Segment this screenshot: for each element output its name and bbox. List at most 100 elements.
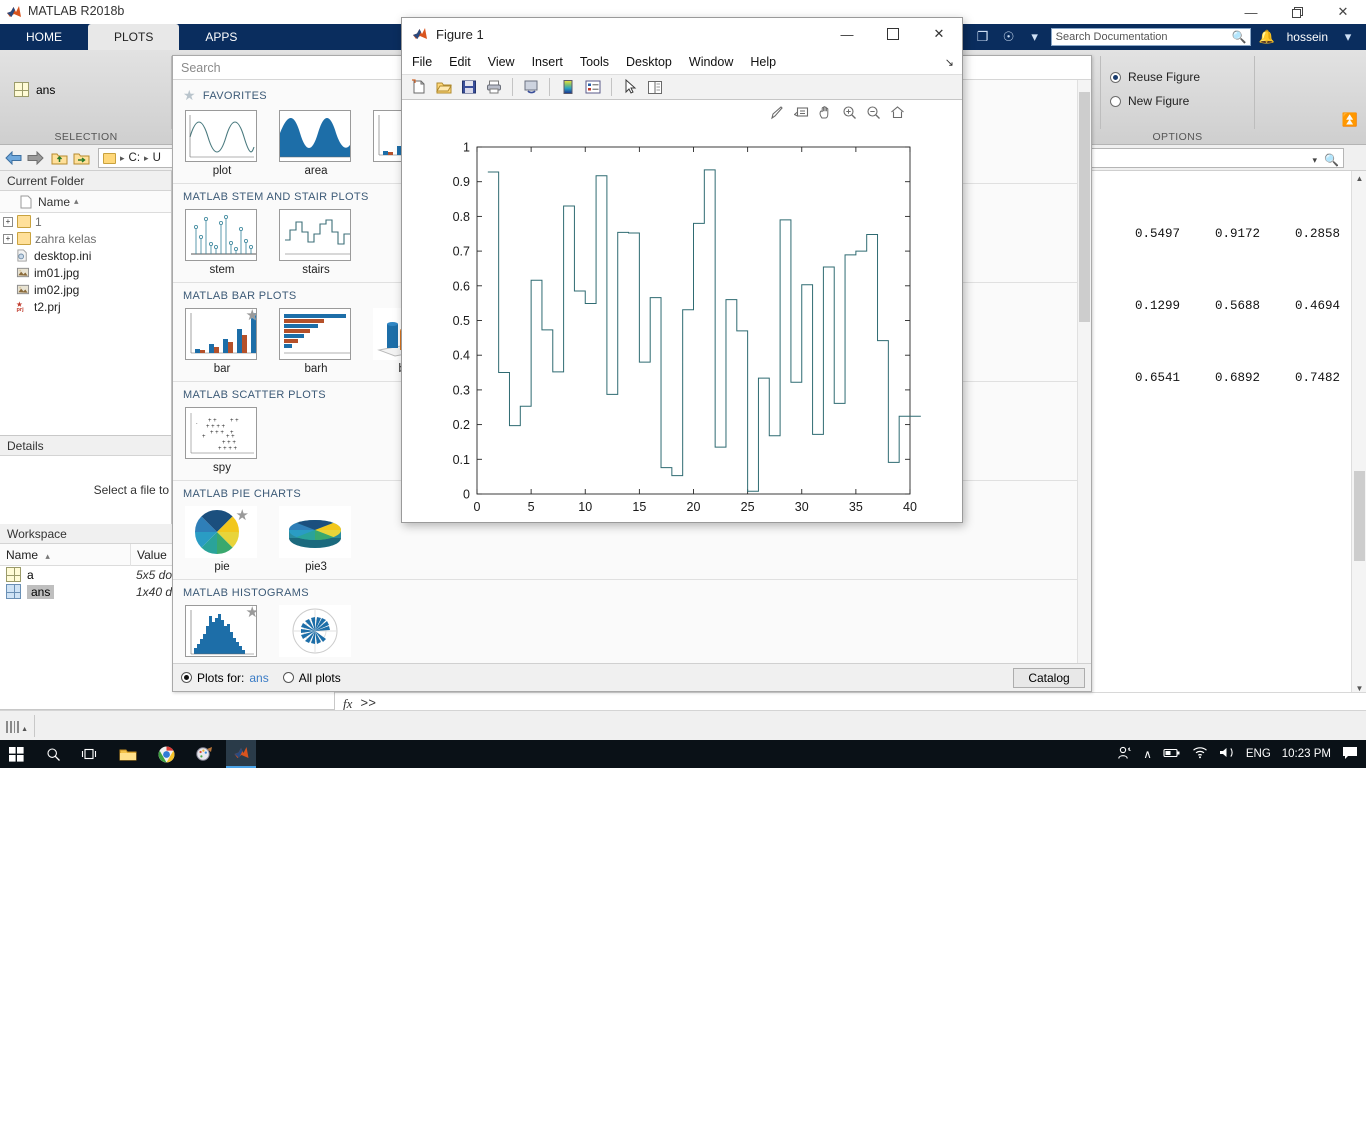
gallery-item-bar[interactable]: ★ bar <box>185 308 259 375</box>
gallery-item-histogram[interactable]: ★ <box>185 605 259 657</box>
radio-reuse-figure[interactable]: Reuse Figure <box>1110 70 1200 84</box>
figure-maximize-button[interactable] <box>870 18 916 50</box>
legend-icon[interactable] <box>582 76 604 98</box>
notifications-bell-icon[interactable]: 🔔 <box>1257 27 1277 47</box>
menu-edit[interactable]: Edit <box>449 55 471 69</box>
radio-plots-for[interactable]: Plots for: ans <box>181 671 269 685</box>
expand-icon[interactable]: + <box>3 216 13 227</box>
people-icon[interactable] <box>1117 746 1132 763</box>
gallery-item-pie3[interactable]: pie3 <box>279 506 353 573</box>
tab-plots[interactable]: PLOTS <box>88 24 180 50</box>
file-row[interactable]: ★ prj t2.prj <box>0 298 171 315</box>
figure-close-button[interactable]: ✕ <box>916 18 962 50</box>
user-name-label[interactable]: hossein <box>1283 30 1332 44</box>
address-crumb-drive[interactable]: C: <box>129 152 141 164</box>
windows-start-button[interactable] <box>4 744 28 764</box>
brush-icon[interactable] <box>769 104 786 121</box>
expand-icon[interactable]: + <box>3 233 13 244</box>
menu-tools[interactable]: Tools <box>580 55 609 69</box>
menu-file[interactable]: File <box>412 55 432 69</box>
back-button[interactable] <box>4 149 22 167</box>
selection-variable-item[interactable]: ans <box>14 82 55 97</box>
taskbar-search-button[interactable] <box>42 744 64 764</box>
paint-button[interactable] <box>192 744 216 764</box>
file-name: im01.jpg <box>34 265 80 280</box>
menu-overflow-icon[interactable]: ↘ <box>945 56 954 69</box>
gallery-item-barh[interactable]: barh <box>279 308 353 375</box>
tab-home[interactable]: HOME <box>0 24 88 50</box>
clock[interactable]: 10:23 PM <box>1282 748 1331 760</box>
menu-help[interactable]: Help <box>750 55 776 69</box>
wifi-icon[interactable] <box>1192 746 1208 762</box>
volume-icon[interactable] <box>1219 746 1235 762</box>
file-explorer-button[interactable] <box>116 744 140 764</box>
zoom-in-icon[interactable] <box>841 104 858 121</box>
catalog-button[interactable]: Catalog <box>1013 668 1085 688</box>
user-chevron-down-icon[interactable]: ▾ <box>1338 27 1358 47</box>
chevron-down-icon[interactable]: ▾ <box>1312 155 1317 166</box>
task-view-button[interactable] <box>78 744 100 764</box>
current-folder-name-column[interactable]: Name <box>38 195 70 209</box>
scrollbar-thumb[interactable] <box>1354 471 1365 561</box>
gallery-item-polar-histogram[interactable] <box>279 605 353 657</box>
zoom-out-icon[interactable] <box>865 104 882 121</box>
collapse-ribbon-icon[interactable]: ⏫ <box>1342 112 1358 128</box>
pan-icon[interactable] <box>817 104 834 121</box>
chrome-button[interactable] <box>154 744 178 764</box>
restore-view-icon[interactable] <box>889 104 906 121</box>
favorite-star-icon[interactable]: ★ <box>236 506 249 524</box>
gallery-item-area[interactable]: area <box>279 110 353 177</box>
gallery-item-spy[interactable]: . + + + + + + + + + + + + + + + + + + + + +… <box>185 407 259 474</box>
language-indicator[interactable]: ENG <box>1246 748 1271 760</box>
gallery-scrollbar[interactable] <box>1077 80 1091 663</box>
file-row[interactable]: + zahra kelas <box>0 230 171 247</box>
menu-view[interactable]: View <box>488 55 515 69</box>
layout-icon[interactable]: ❐ <box>973 27 993 47</box>
favorite-star-icon[interactable]: ★ <box>246 606 256 621</box>
workspace-column-name[interactable]: Name ▴ <box>0 548 130 562</box>
tab-apps[interactable]: APPS <box>179 24 264 50</box>
more-options-icon[interactable]: ▾ <box>1025 27 1045 47</box>
minimize-button[interactable]: — <box>1228 0 1274 24</box>
print-figure-icon[interactable] <box>483 76 505 98</box>
radio-all-plots[interactable]: All plots <box>282 671 341 685</box>
data-tips-icon[interactable] <box>793 104 810 121</box>
search-documentation-input[interactable]: Search Documentation 🔍 <box>1050 28 1251 46</box>
gallery-item-stem[interactable]: stem <box>185 209 259 276</box>
edit-plot-icon[interactable] <box>619 76 641 98</box>
gallery-item-stairs[interactable]: stairs <box>279 209 353 276</box>
gallery-item-plot[interactable]: plot <box>185 110 259 177</box>
help-icon[interactable]: ☉ <box>999 27 1019 47</box>
save-figure-icon[interactable] <box>458 76 480 98</box>
maximize-button[interactable] <box>1274 0 1320 24</box>
file-row[interactable]: im01.jpg <box>0 264 171 281</box>
up-one-level-button[interactable] <box>50 149 68 167</box>
open-file-icon[interactable] <box>433 76 455 98</box>
show-hidden-icons-chevron[interactable]: ∧ <box>1143 747 1151 761</box>
menu-window[interactable]: Window <box>689 55 733 69</box>
action-center-icon[interactable] <box>1342 746 1358 763</box>
hide-plot-tools-icon[interactable] <box>644 76 666 98</box>
address-crumb-next[interactable]: U <box>153 152 161 164</box>
favorite-star-icon[interactable]: ★ <box>246 309 256 324</box>
forward-button[interactable] <box>26 149 44 167</box>
colorbar-icon[interactable] <box>557 76 579 98</box>
file-row[interactable]: + 1 <box>0 213 171 230</box>
new-figure-icon[interactable] <box>408 76 430 98</box>
menu-insert[interactable]: Insert <box>532 55 563 69</box>
matlab-taskbar-button[interactable] <box>226 740 256 768</box>
radio-new-figure[interactable]: New Figure <box>1110 94 1189 108</box>
file-row[interactable]: desktop.ini <box>0 247 171 264</box>
command-window-scrollbar[interactable]: ▲ ▼ <box>1351 171 1366 696</box>
scroll-up-icon[interactable]: ▲ <box>1352 171 1366 186</box>
file-row[interactable]: im02.jpg <box>0 281 171 298</box>
browse-folder-button[interactable] <box>72 149 90 167</box>
close-button[interactable]: ✕ <box>1320 0 1366 24</box>
menu-desktop[interactable]: Desktop <box>626 55 672 69</box>
gallery-item-pie[interactable]: ★ pie <box>185 506 259 573</box>
figure-minimize-button[interactable]: — <box>824 18 870 50</box>
battery-icon[interactable] <box>1163 747 1181 762</box>
search-icon[interactable]: 🔍 <box>1324 153 1339 167</box>
link-plot-icon[interactable] <box>520 76 542 98</box>
scrollbar-thumb[interactable] <box>1079 92 1090 322</box>
